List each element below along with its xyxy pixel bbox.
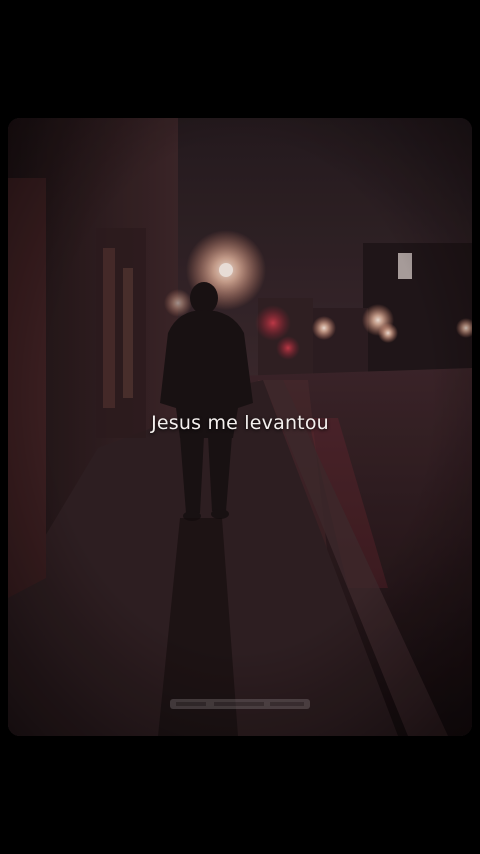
story-page: Jesus me levantou [0, 0, 480, 854]
watermark-logo-icon [170, 699, 310, 709]
caption-text: Jesus me levantou [151, 412, 329, 434]
